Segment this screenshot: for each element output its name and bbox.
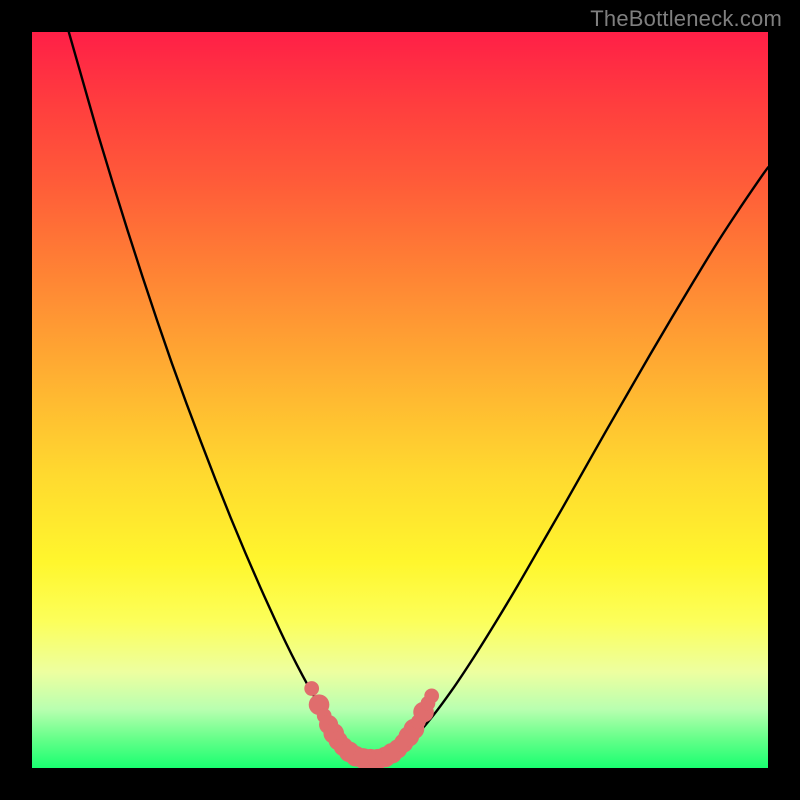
curve-svg (32, 32, 768, 768)
plot-area (32, 32, 768, 768)
curve-marker (424, 689, 439, 704)
curve-markers (304, 681, 439, 768)
watermark-text: TheBottleneck.com (590, 6, 782, 32)
chart-frame: TheBottleneck.com (0, 0, 800, 800)
bottleneck-curve (69, 32, 768, 760)
curve-marker (304, 681, 319, 696)
